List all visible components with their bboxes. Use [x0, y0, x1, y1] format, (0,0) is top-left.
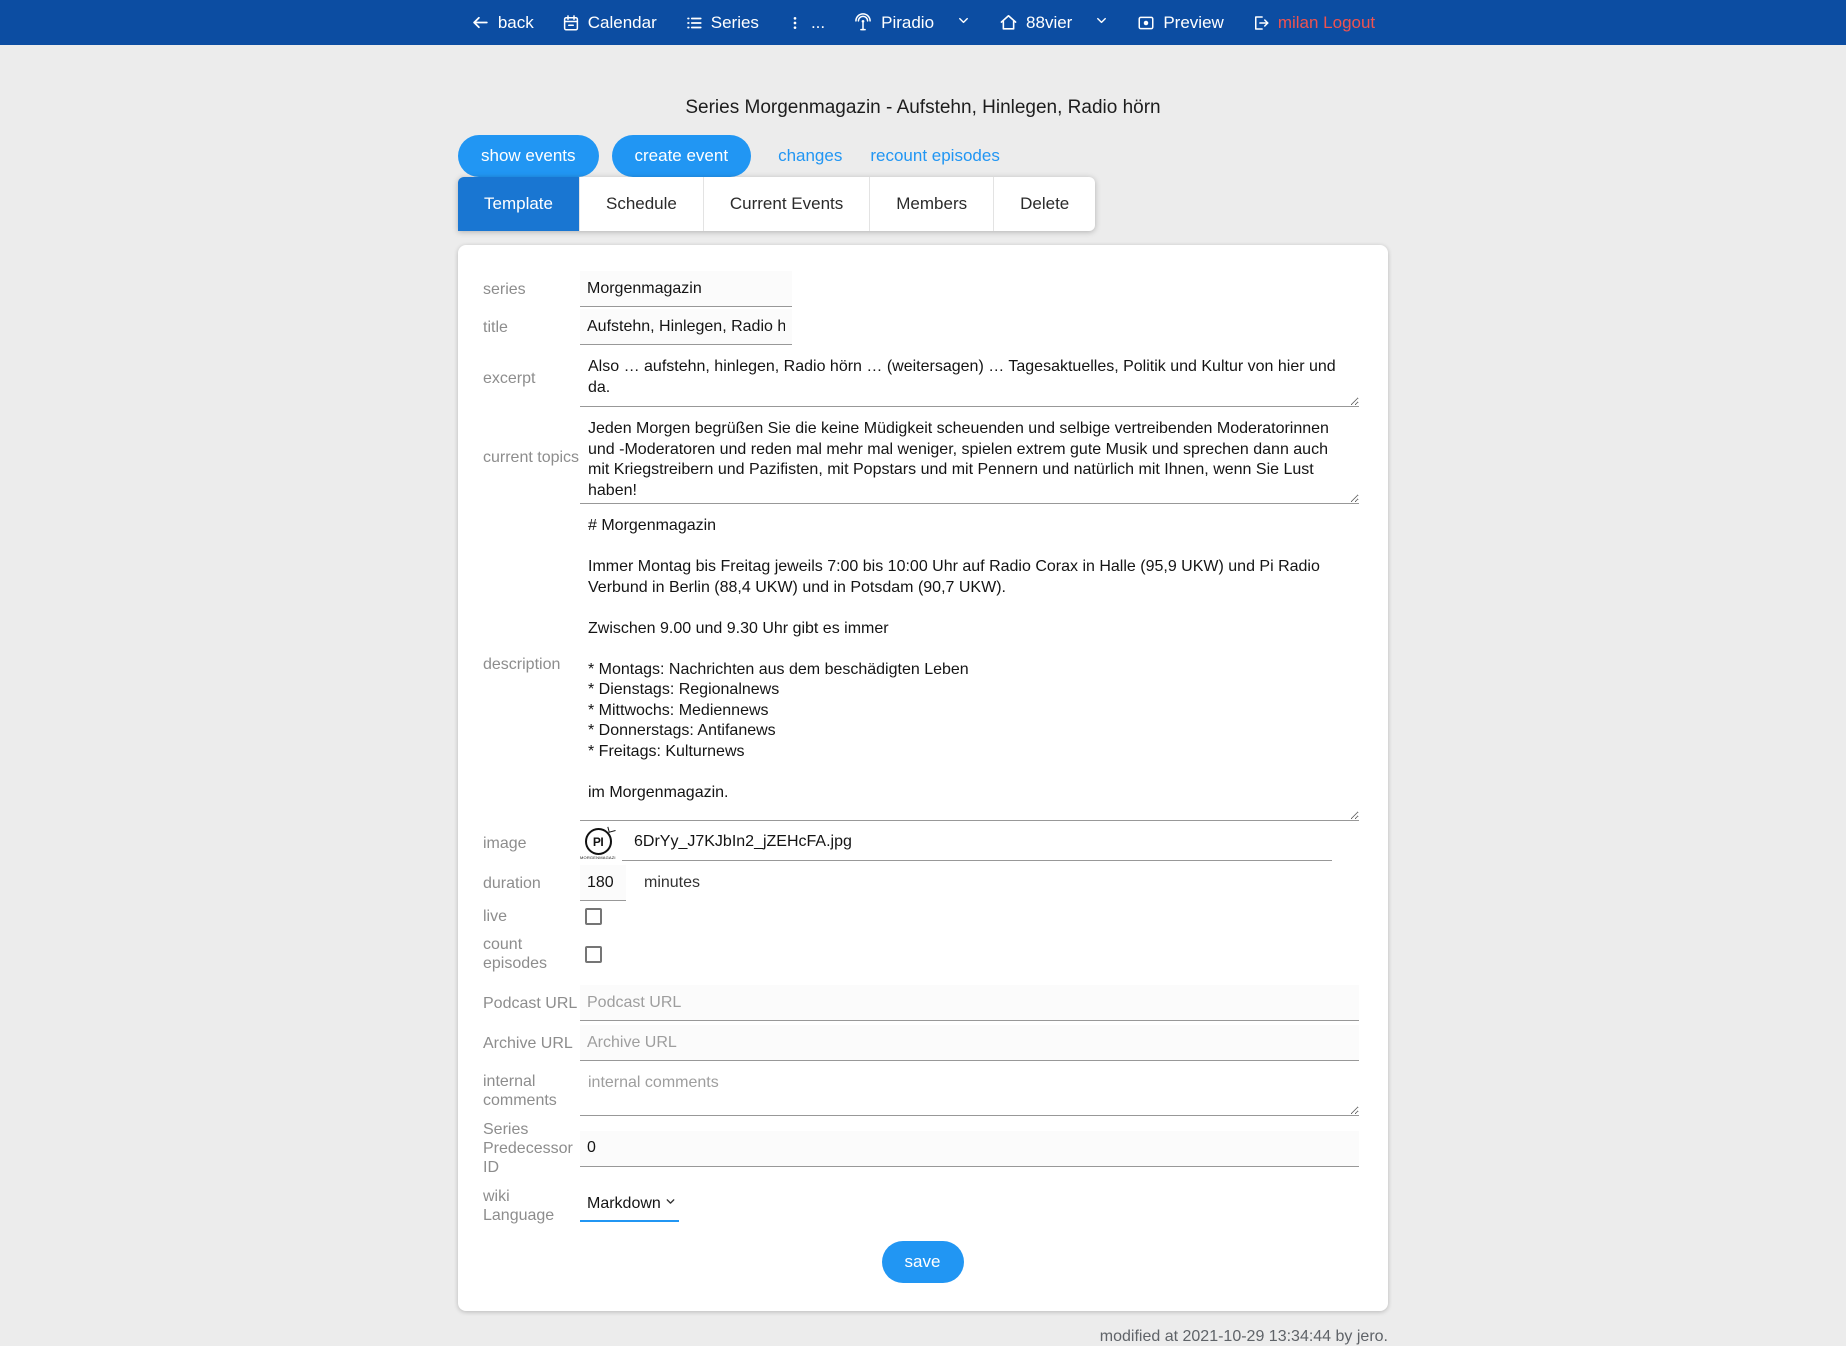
back-arrow-icon	[471, 13, 490, 32]
preview-eye-icon	[1137, 14, 1155, 32]
pi-logo-icon: PI	[585, 828, 612, 855]
archive-url-row: Archive URL	[483, 1025, 1362, 1061]
recount-episodes-link[interactable]: recount episodes	[870, 146, 999, 166]
nav-series-label: Series	[711, 13, 759, 33]
kebab-menu-icon	[787, 14, 803, 32]
wiki-language-value: Markdown	[587, 1195, 661, 1213]
wiki-language-row: wiki Language Markdown	[483, 1187, 1362, 1225]
live-checkbox[interactable]	[585, 908, 602, 925]
chevron-down-icon[interactable]	[1094, 13, 1109, 33]
nav-preview[interactable]: Preview	[1137, 13, 1223, 33]
nav-station-label: 88vier	[1026, 13, 1072, 33]
nav-logout-label: milan Logout	[1278, 13, 1375, 33]
podcast-url-row: Podcast URL	[483, 985, 1362, 1021]
duration-row: duration minutes	[483, 865, 1362, 901]
title-label: title	[483, 318, 580, 337]
internal-comments-label: internal comments	[483, 1072, 580, 1110]
current-topics-row: current topics Jeden Morgen begrüßen Sie…	[483, 411, 1362, 504]
series-predecessor-input[interactable]	[580, 1131, 1359, 1167]
live-row: live	[483, 905, 1362, 927]
description-label: description	[483, 655, 580, 674]
archive-url-input[interactable]	[580, 1025, 1359, 1061]
save-button[interactable]: save	[882, 1241, 964, 1283]
duration-input[interactable]	[580, 865, 626, 901]
tab-template[interactable]: Template	[458, 177, 579, 231]
pi-logo-subtext: MORGENMAGAZIN	[580, 855, 616, 861]
create-event-button[interactable]: create event	[612, 135, 752, 177]
excerpt-row: excerpt Also … aufstehn, hinlegen, Radio…	[483, 349, 1362, 407]
tab-members[interactable]: Members	[869, 177, 993, 231]
wiki-language-label: wiki Language	[483, 1187, 580, 1225]
nav-back-label: back	[498, 13, 534, 33]
excerpt-label: excerpt	[483, 369, 580, 388]
action-bar: show events create event changes recount…	[458, 135, 1388, 177]
nav-calendar-label: Calendar	[588, 13, 657, 33]
nav-preview-label: Preview	[1163, 13, 1223, 33]
tab-current-events[interactable]: Current Events	[703, 177, 869, 231]
duration-unit-label: minutes	[644, 874, 700, 892]
series-row: series	[483, 271, 1362, 307]
nav-more[interactable]: ...	[787, 13, 825, 33]
podcast-url-input[interactable]	[580, 985, 1359, 1021]
wiki-language-select[interactable]: Markdown	[580, 1191, 679, 1222]
nav-back[interactable]: back	[471, 13, 534, 33]
nav-piradio-label: Piradio	[881, 13, 934, 33]
modified-footer: modified at 2021-10-29 13:34:44 by jero.	[458, 1328, 1388, 1346]
tab-schedule[interactable]: Schedule	[579, 177, 703, 231]
excerpt-textarea[interactable]: Also … aufstehn, hinlegen, Radio hörn … …	[580, 349, 1359, 407]
nav-series[interactable]: Series	[685, 13, 759, 33]
home-icon	[999, 13, 1018, 32]
live-label: live	[483, 907, 580, 926]
nav-more-label: ...	[811, 13, 825, 33]
nav-calendar[interactable]: Calendar	[562, 13, 657, 33]
title-input[interactable]	[580, 309, 792, 345]
series-input[interactable]	[580, 271, 792, 307]
tab-delete[interactable]: Delete	[993, 177, 1095, 231]
broadcast-antenna-icon	[853, 13, 873, 33]
title-row: title	[483, 309, 1362, 345]
nav-logout[interactable]: milan Logout	[1252, 13, 1375, 33]
image-label: image	[483, 834, 580, 853]
image-row: image PI MORGENMAGAZIN 6DrYy_J7KJbIn2_jZ…	[483, 825, 1362, 861]
tab-bar: Template Schedule Current Events Members…	[458, 177, 1095, 231]
duration-label: duration	[483, 874, 580, 893]
series-image-thumbnail: PI MORGENMAGAZIN	[580, 828, 616, 861]
top-nav: back Calendar Series ...	[0, 0, 1846, 45]
count-episodes-checkbox[interactable]	[585, 946, 602, 963]
series-label: series	[483, 280, 580, 299]
page-title: Series Morgenmagazin - Aufstehn, Hinlege…	[458, 97, 1388, 119]
list-icon	[685, 14, 703, 32]
nav-station[interactable]: 88vier	[999, 13, 1072, 33]
description-textarea[interactable]: # Morgenmagazin Immer Montag bis Freitag…	[580, 508, 1359, 821]
show-events-button[interactable]: show events	[458, 135, 599, 177]
logout-icon	[1252, 14, 1270, 32]
changes-link[interactable]: changes	[778, 146, 842, 166]
nav-piradio[interactable]: Piradio	[853, 13, 934, 33]
image-filename-field[interactable]: 6DrYy_J7KJbIn2_jZEHcFA.jpg	[622, 825, 1332, 861]
internal-comments-row: internal comments	[483, 1065, 1362, 1116]
template-form-card: series title excerpt Also … aufstehn, hi…	[458, 245, 1388, 1311]
current-topics-textarea[interactable]: Jeden Morgen begrüßen Sie die keine Müdi…	[580, 411, 1359, 504]
series-predecessor-row: Series Predecessor ID	[483, 1120, 1362, 1177]
calendar-icon	[562, 14, 580, 32]
count-episodes-label: count episodes	[483, 935, 580, 973]
chevron-down-icon	[664, 1195, 677, 1213]
archive-url-label: Archive URL	[483, 1034, 580, 1053]
podcast-url-label: Podcast URL	[483, 994, 580, 1013]
series-predecessor-label: Series Predecessor ID	[483, 1120, 580, 1177]
internal-comments-textarea[interactable]	[580, 1065, 1359, 1116]
description-row: description # Morgenmagazin Immer Montag…	[483, 508, 1362, 821]
chevron-down-icon[interactable]	[956, 13, 971, 33]
current-topics-label: current topics	[483, 448, 580, 467]
count-episodes-row: count episodes	[483, 935, 1362, 973]
